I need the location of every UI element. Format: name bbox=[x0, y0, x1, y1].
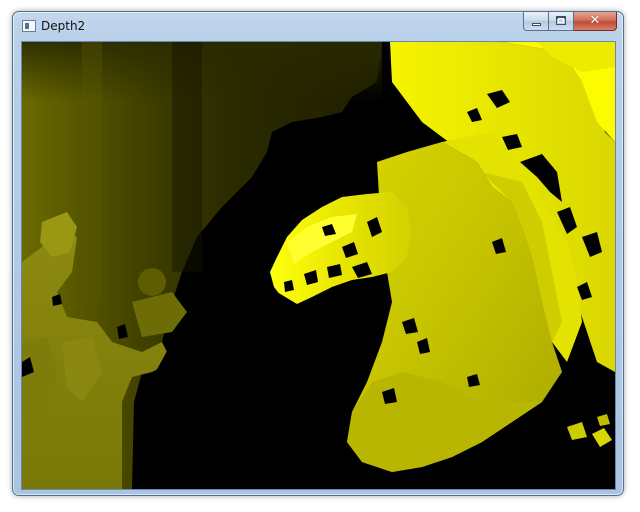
app-window-icon[interactable] bbox=[22, 20, 36, 32]
depth-image-canvas[interactable] bbox=[21, 41, 616, 490]
app-window: Depth2 ✕ bbox=[12, 11, 624, 496]
maximize-icon bbox=[556, 16, 566, 25]
window-title: Depth2 bbox=[41, 19, 86, 33]
minimize-icon bbox=[532, 23, 541, 26]
minimize-button[interactable] bbox=[523, 12, 549, 31]
title-bar[interactable]: Depth2 ✕ bbox=[13, 12, 623, 42]
depth-map-image bbox=[22, 42, 615, 489]
close-button[interactable]: ✕ bbox=[574, 12, 617, 31]
close-icon: ✕ bbox=[589, 13, 601, 28]
caption-buttons: ✕ bbox=[523, 12, 617, 31]
maximize-button[interactable] bbox=[549, 12, 574, 31]
